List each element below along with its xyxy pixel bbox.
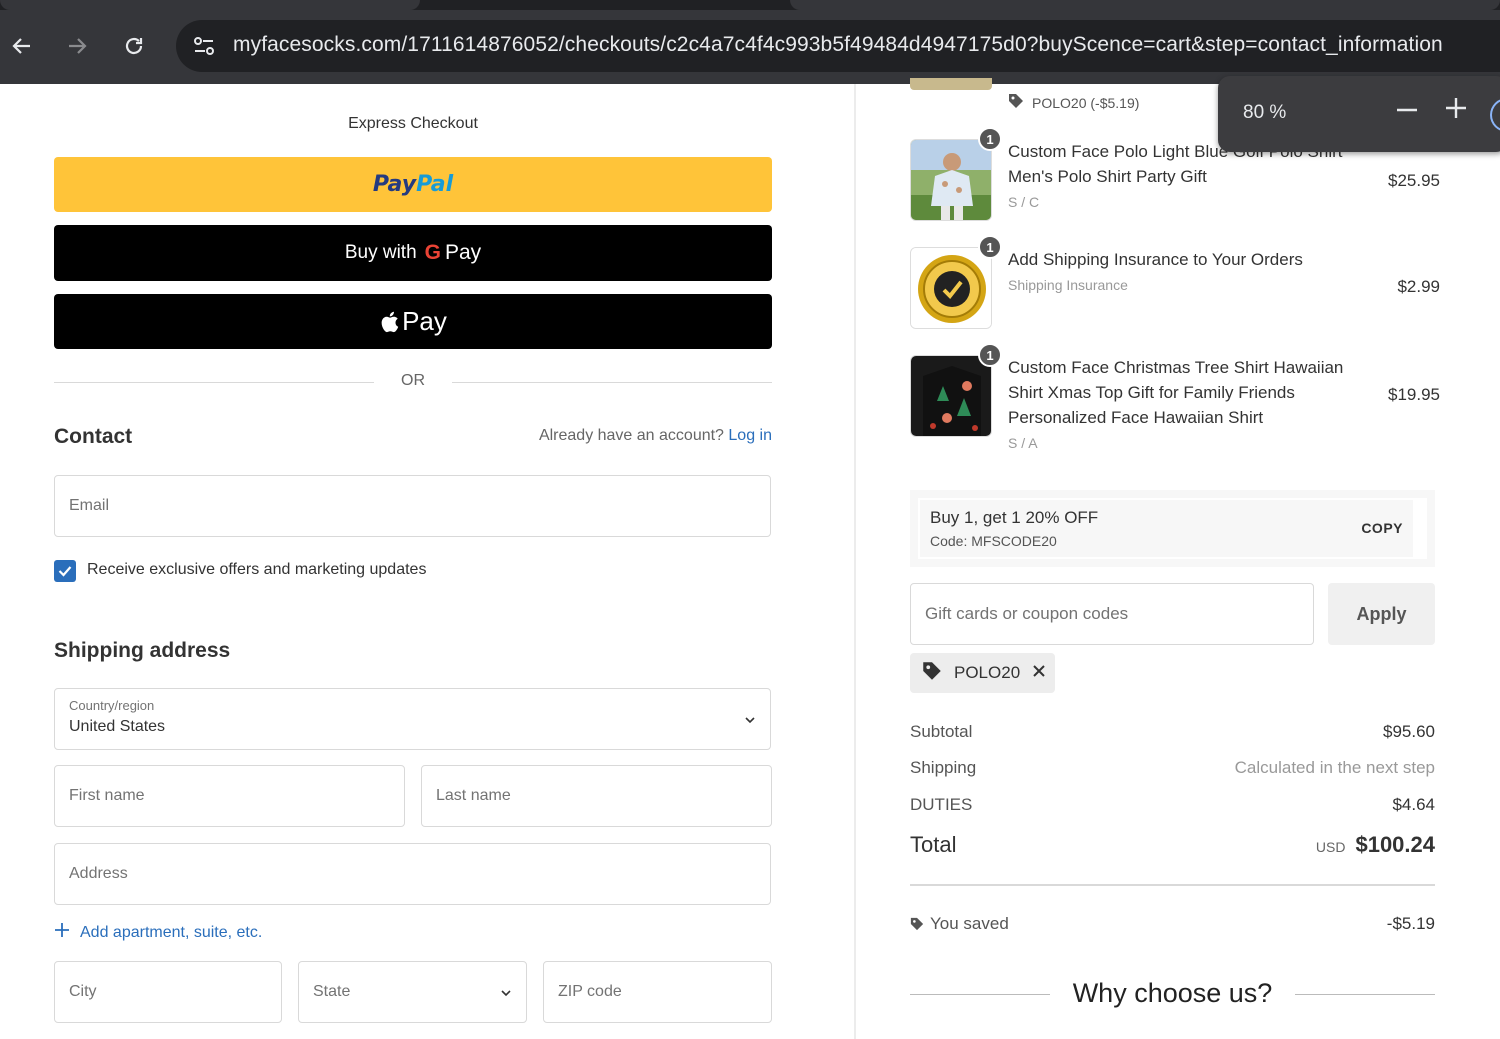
paypal-button[interactable]: PayPal — [54, 157, 772, 212]
item-variant: S / C — [1008, 194, 1040, 210]
gpay-prefix: Buy with — [344, 242, 417, 263]
duties-row: DUTIES $4.64 — [910, 795, 1435, 814]
shipping-insurance-badge-icon — [910, 247, 992, 329]
item-variant: S / A — [1008, 435, 1038, 451]
cart-item: 1 Custom Face Polo Light Blue Golf Polo … — [910, 127, 1440, 229]
quantity-badge: 1 — [978, 343, 1002, 367]
chevron-down-icon — [744, 713, 756, 725]
browser-tab[interactable] — [0, 0, 420, 10]
shipping-value: Calculated in the next step — [1234, 758, 1435, 777]
apple-icon — [379, 310, 399, 334]
zoom-plus-icon[interactable] — [1444, 94, 1468, 128]
url-text[interactable]: myfacesocks.com/1711614876052/checkouts/… — [233, 33, 1443, 57]
subtotal-value: $95.60 — [1383, 722, 1435, 741]
zoom-minus-icon[interactable] — [1396, 96, 1418, 128]
tag-icon — [910, 916, 924, 936]
item-variant: Shipping Insurance — [1008, 277, 1128, 293]
plus-icon — [54, 922, 70, 943]
savings-value: -$5.19 — [1386, 914, 1435, 933]
product-thumbnail — [910, 355, 992, 437]
cart-item: 1 Add Shipping Insurance to Your Orders … — [910, 235, 1440, 337]
apple-pay-button[interactable]: Pay — [54, 294, 772, 349]
copy-code-button[interactable]: COPY — [1361, 520, 1403, 536]
express-checkout-title: Express Checkout — [348, 115, 478, 132]
account-prompt: Already have an account? Log in — [538, 427, 772, 444]
quantity-badge: 1 — [978, 235, 1002, 259]
zoom-popup: 80 % — [1218, 76, 1500, 152]
duties-value: $4.64 — [1392, 795, 1435, 814]
item-price: $2.99 — [1397, 277, 1440, 296]
login-link[interactable]: Log in — [728, 427, 772, 444]
browser-tab[interactable] — [790, 0, 1500, 10]
item-price: $25.95 — [1388, 171, 1440, 190]
back-arrow-icon[interactable] — [4, 28, 40, 64]
marketing-checkbox[interactable] — [54, 560, 76, 582]
summary-divider — [910, 884, 1435, 886]
total-currency: USD — [1315, 839, 1346, 855]
order-summary: POLO20 (-$5.19) 1 Custom Face Polo Light… — [856, 78, 1500, 1039]
apply-coupon-button[interactable]: Apply — [1328, 583, 1435, 645]
remove-discount-icon[interactable] — [1032, 663, 1046, 683]
marketing-label: Receive exclusive offers and marketing u… — [87, 561, 427, 578]
item-name: Add Shipping Insurance to Your Orders — [1008, 250, 1303, 269]
zoom-reset-button[interactable] — [1490, 98, 1500, 132]
shipping-address-heading: Shipping address — [54, 639, 231, 662]
city-field[interactable]: City — [54, 961, 282, 1023]
tag-icon — [922, 661, 942, 686]
cart-item: 1 Custom Face Christmas Tree Shirt Hawai… — [910, 343, 1440, 465]
site-info-icon[interactable] — [190, 32, 218, 60]
contact-heading: Contact — [54, 425, 133, 448]
state-select[interactable]: State — [298, 961, 527, 1023]
applied-discount-chip: POLO20 — [910, 653, 1055, 693]
promo-title: Buy 1, get 1 20% OFF — [930, 508, 1099, 527]
forward-arrow-icon[interactable] — [59, 28, 95, 64]
reload-icon[interactable] — [116, 28, 152, 64]
total-value: $100.24 — [1355, 832, 1435, 857]
address-bar[interactable]: myfacesocks.com/1711614876052/checkouts/… — [176, 20, 1500, 72]
shipping-row: Shipping Calculated in the next step — [910, 758, 1435, 777]
why-choose-us-section: Why choose us? — [910, 956, 1435, 1039]
checkout-form: Express Checkout PayPal Buy with G Pay P… — [0, 84, 855, 1039]
item-price: $19.95 — [1388, 385, 1440, 404]
promo-card: Buy 1, get 1 20% OFF Code: MFSCODE20 COP… — [910, 490, 1435, 567]
product-thumbnail — [910, 78, 992, 90]
item-discount-line: POLO20 (-$5.19) — [1008, 93, 1139, 112]
tab-strip — [0, 0, 1500, 10]
apple-pay-label: Pay — [402, 306, 447, 336]
address-field[interactable]: Address — [54, 843, 771, 905]
browser-toolbar: myfacesocks.com/1711614876052/checkouts/… — [0, 0, 1500, 84]
chevron-down-icon — [500, 986, 512, 998]
or-divider: OR — [54, 372, 772, 392]
product-thumbnail — [910, 139, 992, 221]
total-row: Total USD $100.24 — [910, 832, 1435, 857]
first-name-field[interactable]: First name — [54, 765, 405, 827]
promo-code: Code: MFSCODE20 — [930, 533, 1057, 549]
quantity-badge: 1 — [978, 127, 1002, 151]
item-name: Custom Face Christmas Tree Shirt Hawaiia… — [1008, 358, 1344, 427]
country-select[interactable]: Country/region United States — [54, 688, 771, 750]
zip-code-field[interactable]: ZIP code — [543, 961, 772, 1023]
google-pay-button[interactable]: Buy with G Pay — [54, 225, 772, 281]
email-field[interactable]: Email — [54, 475, 771, 537]
tag-icon — [1008, 93, 1024, 112]
google-g-icon: G — [424, 241, 441, 264]
gpay-suffix: Pay — [444, 241, 482, 264]
zoom-level: 80 % — [1243, 102, 1287, 123]
coupon-code-input[interactable]: Gift cards or coupon codes — [910, 583, 1314, 645]
applied-discount-code: POLO20 — [954, 663, 1021, 682]
add-apartment-link[interactable]: Add apartment, suite, etc. — [54, 922, 262, 943]
savings-row: You saved -$5.19 — [910, 914, 1435, 936]
last-name-field[interactable]: Last name — [421, 765, 772, 827]
paypal-logo: PayPal — [372, 172, 454, 197]
subtotal-row: Subtotal $95.60 — [910, 722, 1435, 741]
